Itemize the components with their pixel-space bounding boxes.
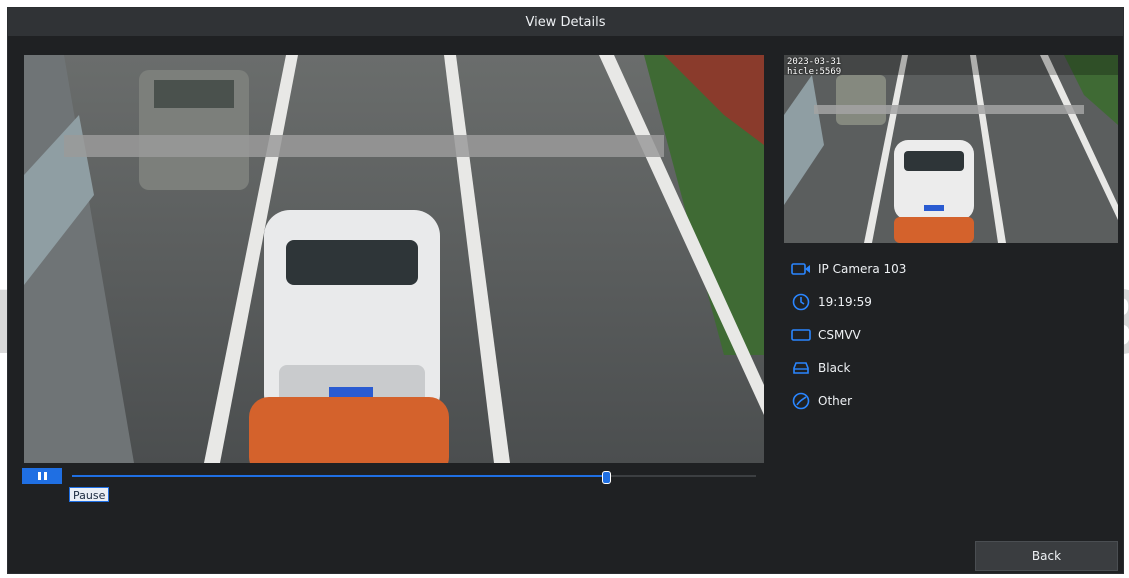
pause-icon: [37, 472, 47, 480]
info-camera-label: IP Camera 103: [818, 261, 907, 276]
snapshot-osd-line: hicle:5569: [787, 67, 842, 77]
camera-icon: [790, 260, 812, 278]
car-icon: [790, 359, 812, 377]
info-color-label: Black: [818, 360, 851, 375]
playback-progress: [72, 475, 606, 477]
pause-tooltip: Pause: [69, 487, 110, 502]
info-type-label: Other: [818, 393, 853, 408]
info-time-label: 19:19:59: [818, 294, 872, 309]
info-plate: CSMVV: [790, 318, 1010, 351]
dialog-titlebar: View Details: [8, 8, 1123, 36]
snapshot-image[interactable]: 2023-03-31 hicle:5569: [784, 55, 1118, 243]
snapshot-osd-date: 2023-03-31: [787, 57, 842, 67]
palette-icon: [790, 392, 812, 410]
info-plate-label: CSMVV: [818, 327, 861, 342]
main-video[interactable]: [24, 55, 764, 463]
back-button[interactable]: Back: [975, 541, 1118, 571]
info-color: Black: [790, 351, 1010, 384]
playback-track[interactable]: [72, 475, 756, 477]
dialog-title: View Details: [525, 14, 606, 30]
plate-icon: [790, 326, 812, 344]
view-details-dialog: View Details 2023-03-31 hicle:5569 IP Ca…: [7, 7, 1124, 574]
playback-slider-thumb[interactable]: [601, 471, 611, 484]
clock-icon: [790, 293, 812, 311]
pause-button[interactable]: [22, 468, 62, 484]
snapshot-scene: [784, 55, 1118, 243]
info-time: 19:19:59: [790, 285, 1010, 318]
detail-info-list: IP Camera 103 19:19:59 CSMVV Black Other: [790, 252, 1010, 417]
info-camera: IP Camera 103: [790, 252, 1010, 285]
road-scene: [24, 55, 764, 463]
info-type: Other: [790, 384, 1010, 417]
